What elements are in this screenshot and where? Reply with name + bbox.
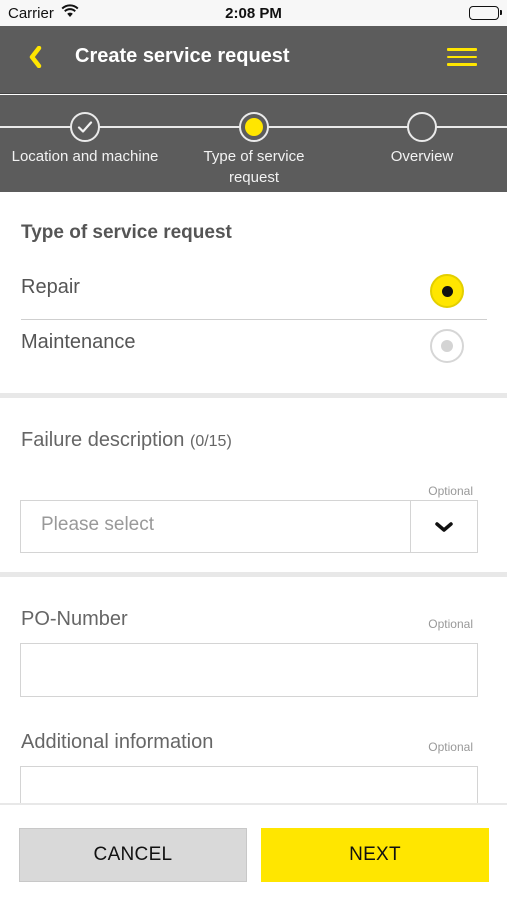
select-placeholder: Please select [41,514,155,535]
step-location-and-machine: Location and machine [0,112,170,167]
radio-option-maintenance[interactable]: Maintenance [0,329,507,385]
optional-label: Optional [428,617,473,631]
chevron-down-icon[interactable] [410,501,477,552]
row-divider [21,319,487,320]
pending-step-icon [407,112,437,142]
additional-information-label: Additional information [21,731,214,753]
hamburger-menu-icon[interactable] [447,44,477,70]
status-bar: Carrier 2:08 PM [0,0,507,26]
back-button[interactable] [20,42,50,72]
po-number-label: PO-Number [21,608,128,630]
radio-label: Maintenance [21,331,136,353]
radio-selected-icon[interactable] [430,274,464,308]
failure-counter: (0/15) [189,433,232,450]
step-type-of-service-request: Type of service request [169,112,339,188]
optional-label: Optional [428,740,473,754]
step-label: Type of service request [203,148,305,186]
radio-unselected-icon[interactable] [430,329,464,363]
navigation-bar: Create service request [0,26,507,94]
radio-label: Repair [21,276,80,298]
section-heading: Type of service request [21,222,232,243]
section-divider [0,393,507,398]
radio-option-repair[interactable]: Repair [0,274,507,330]
cancel-button[interactable]: CANCEL [19,828,247,882]
chevron-left-icon [29,46,42,68]
bottom-action-bar: CANCEL NEXT [0,803,507,900]
optional-label: Optional [428,484,473,498]
battery-icon [469,6,502,20]
current-step-icon [239,112,269,142]
progress-stepper: Location and machine Type of service req… [0,95,507,192]
page-title: Create service request [75,45,290,67]
failure-description-label: Failure description (0/15) [21,429,232,451]
po-number-input[interactable] [20,643,478,697]
failure-description-select[interactable]: Please select [20,500,478,553]
step-label: Location and machine [11,148,159,165]
section-divider [0,572,507,577]
status-time: 2:08 PM [225,5,282,22]
step-overview: Overview [337,112,507,167]
check-icon [70,112,100,142]
next-button[interactable]: NEXT [261,828,489,882]
step-label: Overview [390,148,454,165]
